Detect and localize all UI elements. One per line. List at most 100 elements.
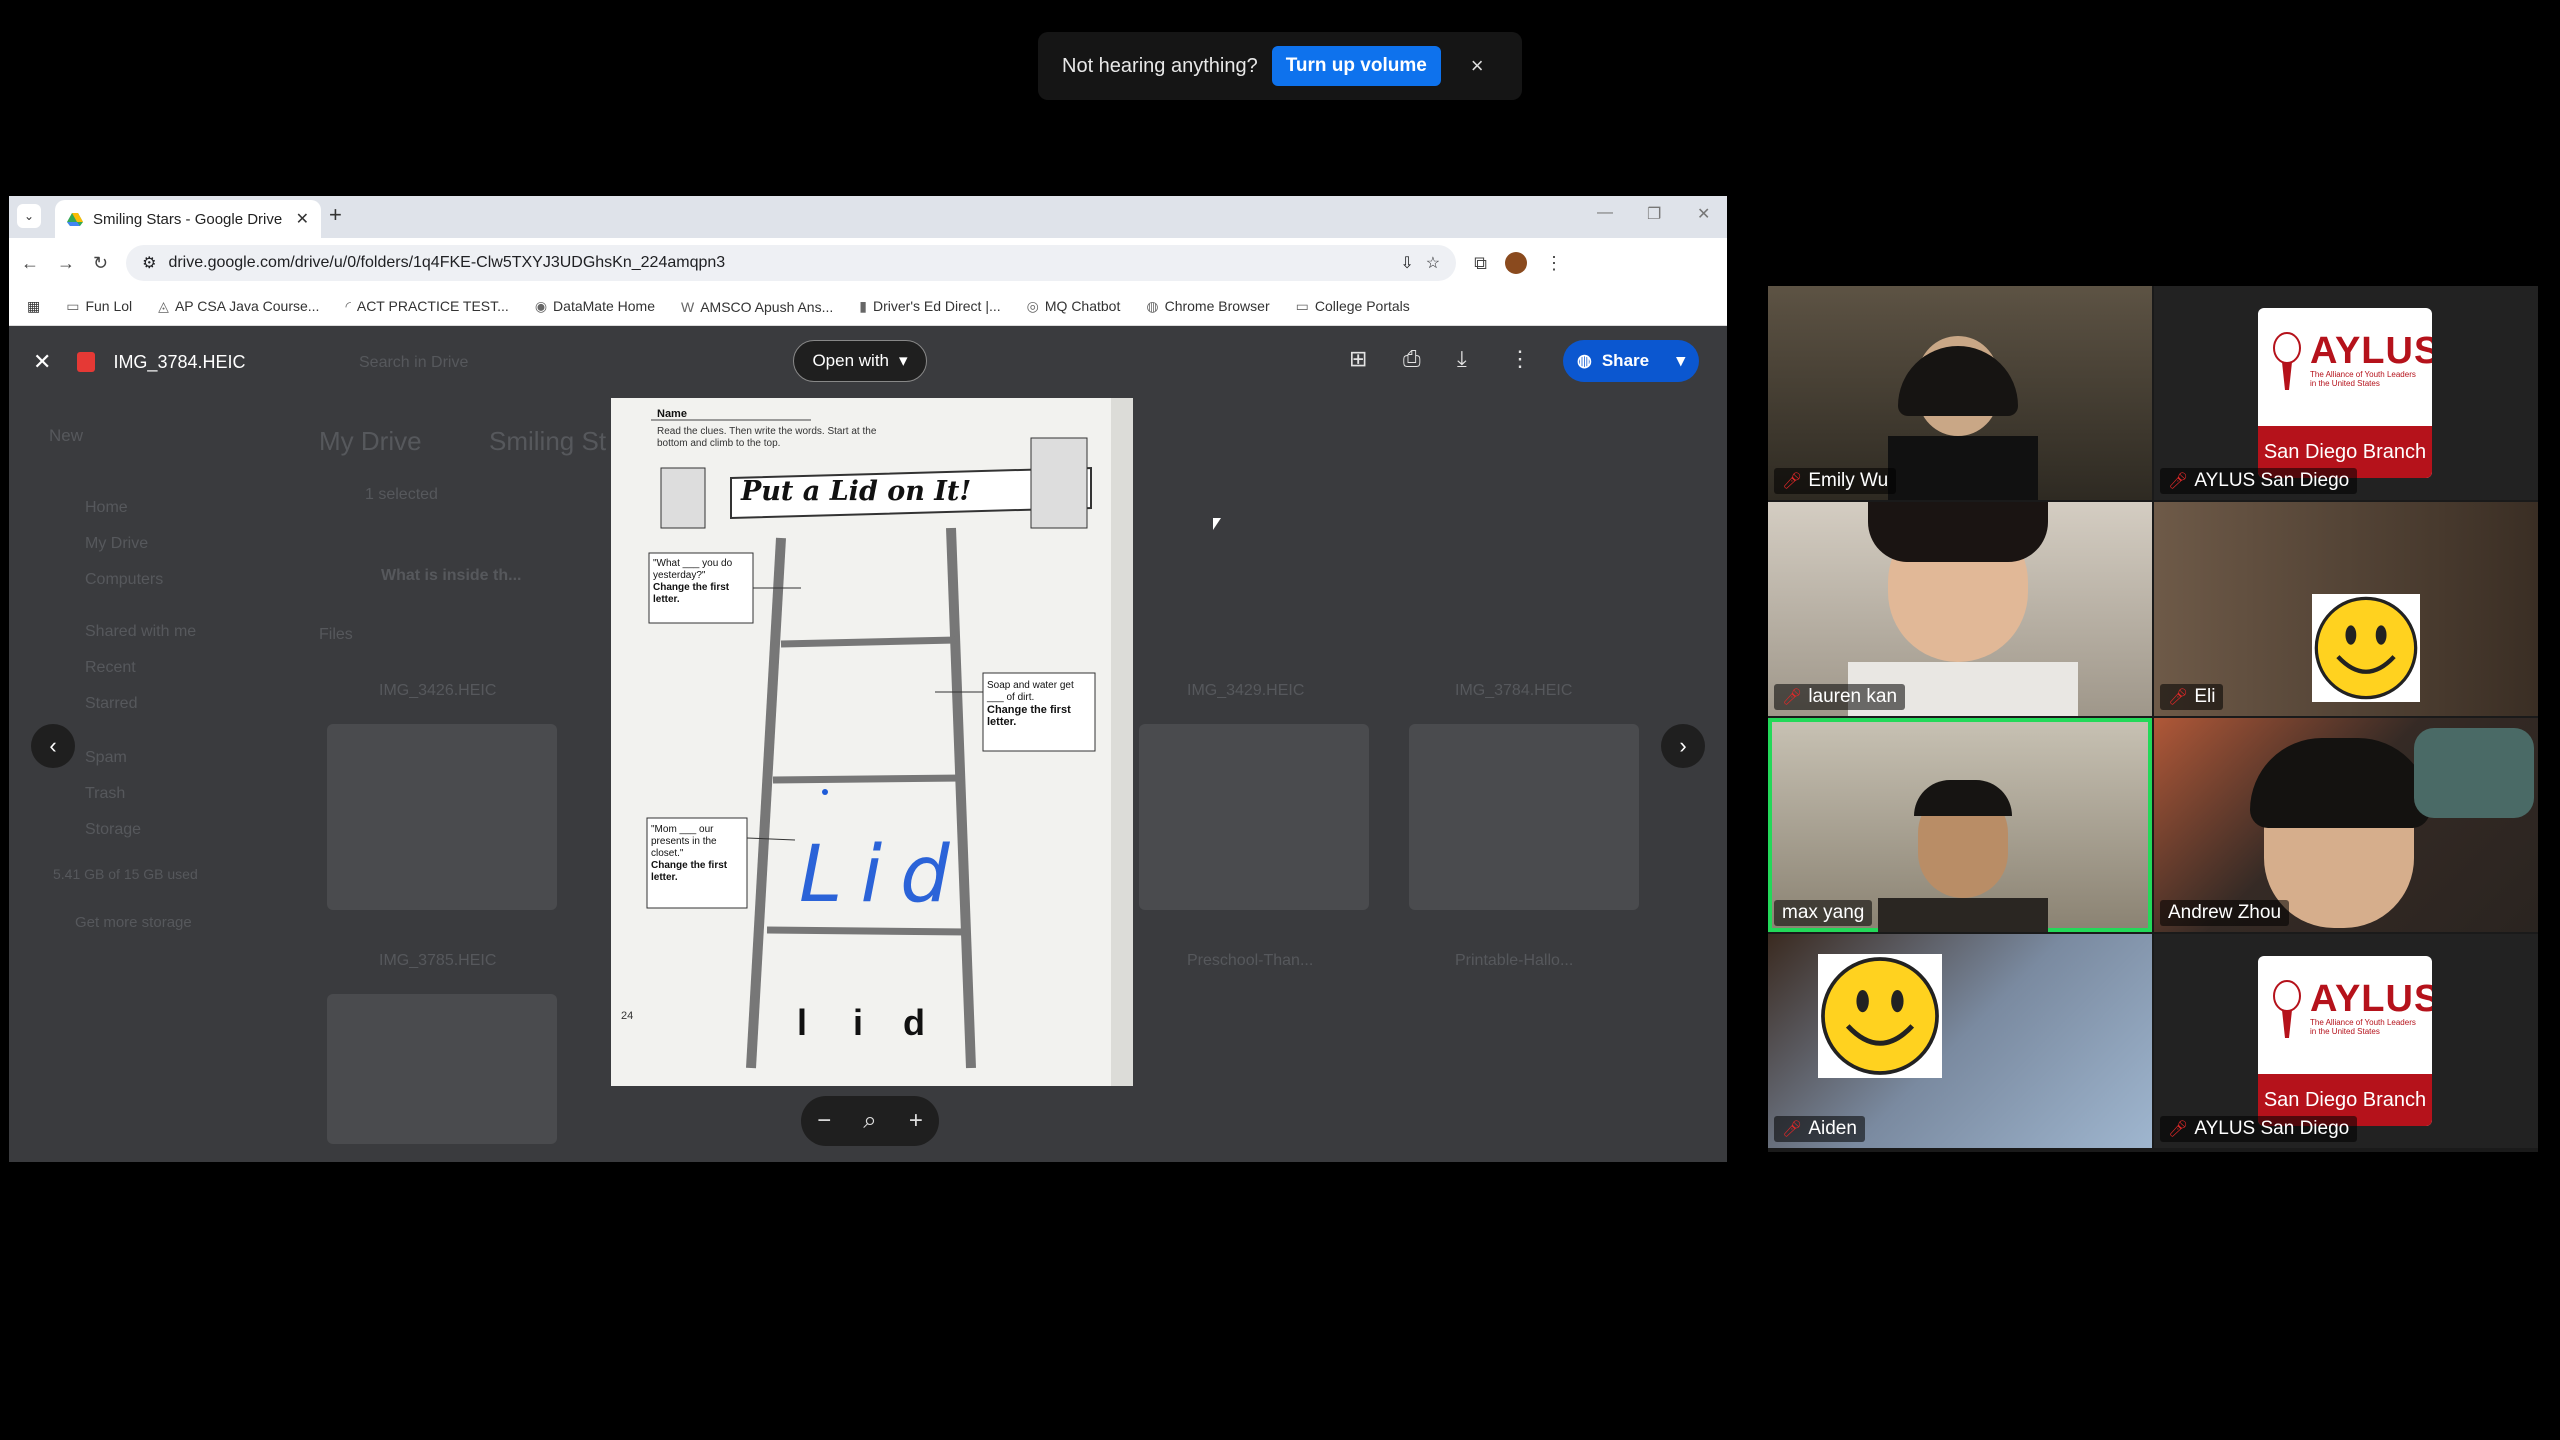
participant-name: 🎤︎ lauren kan [1774, 684, 1906, 710]
muted-mic-icon: 🎤︎ [1782, 473, 1803, 490]
add-comment-icon[interactable]: ⊞ [1349, 346, 1367, 372]
forward-icon[interactable]: → [57, 253, 75, 274]
zoom-out-icon[interactable]: − [817, 1107, 831, 1135]
globe-icon: ◍ [1577, 351, 1592, 370]
reload-icon[interactable]: ↻ [93, 253, 108, 274]
zoom-in-icon[interactable]: + [909, 1107, 923, 1135]
participant-video [1914, 780, 2012, 816]
muted-mic-icon: 🎤︎ [1782, 689, 1803, 706]
clue-1: "What ___ you do yesterday?" Change the … [653, 558, 733, 605]
viewer-file-name: IMG_3784.HEIC [113, 351, 246, 372]
more-options-icon[interactable]: ⋮ [1509, 346, 1531, 372]
bookmark-item[interactable]: ▭ College Portals [1296, 298, 1410, 315]
back-icon[interactable]: ← [21, 253, 39, 274]
install-icon[interactable]: ⇩ [1400, 253, 1413, 273]
zoom-controls: − ⌕ + [801, 1096, 939, 1146]
open-with-button[interactable]: Open with ▾ [793, 340, 927, 382]
participant-gallery: 🎤︎ Emily Wu AYLUS The Alliance of Youth L… [1768, 286, 2538, 1152]
address-bar[interactable]: ⚙ drive.google.com/drive/u/0/folders/1q4… [126, 245, 1457, 281]
name-label: Name [657, 408, 687, 420]
letter: d [903, 1002, 925, 1043]
apps-icon[interactable]: ▦ [27, 298, 40, 315]
google-drive-icon [67, 213, 83, 226]
share-button[interactable]: ◍ Share ▾ [1563, 340, 1699, 382]
participant-tile[interactable]: AYLUS The Alliance of Youth Leaders in t… [2154, 286, 2538, 500]
tab-search-icon[interactable]: ⌄ [17, 204, 41, 228]
page-number: 24 [621, 1010, 634, 1022]
magnifier-icon[interactable]: ⌕ [863, 1107, 876, 1135]
bookmark-item[interactable]: ◍ Chrome Browser [1146, 298, 1269, 315]
participant-tile[interactable]: AYLUS The Alliance of Youth Leaders in t… [2154, 934, 2538, 1148]
restore-icon[interactable]: ❐ [1647, 204, 1661, 224]
letter: l [797, 1002, 808, 1043]
previous-icon[interactable]: ‹ [31, 724, 75, 768]
participant-tile[interactable]: Andrew Zhou [2154, 718, 2538, 932]
participant-video [1878, 898, 2048, 932]
notification-message: Not hearing anything? [1062, 54, 1258, 77]
close-icon[interactable]: × [1471, 53, 1484, 79]
next-icon[interactable]: › [1661, 724, 1705, 768]
clue-2: Soap and water get ___ of dirt. Change t… [987, 680, 1074, 728]
star-icon[interactable]: ☆ [1426, 253, 1440, 273]
bookmark-item[interactable]: W AMSCO Apush Ans... [681, 299, 833, 315]
drive-viewer: New Search in Drive My Drive Smiling St … [9, 326, 1727, 1162]
nav-item: Storage [85, 821, 142, 838]
worksheet-image: Name Read the clues. Then write the word… [611, 398, 1133, 1086]
print-icon[interactable]: ⎙ [1403, 346, 1421, 372]
bookmarks-bar: ▦ ▭ Fun Lol ◬ AP CSA Java Course... ◜ ACT P… [9, 288, 1727, 326]
bookmark-item[interactable]: ▭ Fun Lol [66, 298, 132, 315]
bookmark-item[interactable]: ◉ DataMate Home [535, 298, 655, 315]
new-tab-icon[interactable]: + [329, 202, 342, 228]
participant-video [2414, 728, 2534, 818]
smiley-icon [1818, 954, 1942, 1078]
tab-google-drive[interactable]: Smiling Stars - Google Drive ✕ [55, 200, 321, 238]
file-thumbnail [1139, 724, 1369, 910]
participant-tile[interactable]: 🎤︎ lauren kan [1768, 502, 2152, 716]
window-close-icon[interactable]: ✕ [1697, 204, 1710, 224]
new-button: New [49, 426, 84, 445]
close-viewer-icon[interactable]: ✕ [33, 349, 51, 375]
muted-mic-icon: 🎤︎ [1782, 1121, 1803, 1138]
mouse-cursor [1213, 518, 1221, 530]
download-icon[interactable]: ⤓ [1457, 346, 1467, 372]
profile-avatar[interactable] [1504, 252, 1527, 274]
tab-close-icon[interactable]: ✕ [296, 209, 309, 229]
participant-tile-active-speaker[interactable]: max yang [1768, 718, 2152, 932]
participant-tile[interactable]: 🎤︎ Aiden [1768, 934, 2152, 1148]
participant-video [1888, 436, 2038, 500]
turn-up-volume-button[interactable]: Turn up volume [1271, 46, 1441, 86]
file-name: Preschool-Than... [1187, 952, 1314, 969]
muted-mic-icon: 🎤︎ [2168, 1121, 2189, 1138]
minimize-icon[interactable]: — [1597, 204, 1613, 222]
letter: i [853, 1002, 864, 1043]
nav-item: Computers [85, 571, 164, 588]
file-name: IMG_3785.HEIC [379, 952, 497, 969]
file-name: Printable-Hallo... [1455, 952, 1574, 969]
menu-icon[interactable]: ⋮ [1545, 253, 1563, 274]
bookmark-item[interactable]: ◎ MQ Chatbot [1027, 298, 1121, 315]
nav-item: Trash [85, 785, 126, 802]
extensions-icon[interactable]: ⧉ [1474, 253, 1487, 274]
shared-screen-browser: ⌄ Smiling Stars - Google Drive ✕ + — ❐ ✕… [9, 196, 1727, 1162]
worksheet-title: Put a Lid on It! [741, 476, 972, 507]
bookmark-item[interactable]: ◬ AP CSA Java Course... [158, 298, 319, 315]
nav-item: Recent [85, 659, 136, 676]
instructions: Read the clues. Then write the words. St… [657, 426, 877, 449]
participant-video [2250, 738, 2430, 828]
bookmark-item[interactable]: ▮ Driver's Ed Direct |... [859, 298, 1000, 315]
aylus-logo: AYLUS The Alliance of Youth Leaders in t… [2258, 956, 2432, 1126]
muted-mic-icon: 🎤︎ [2168, 689, 2189, 706]
participant-name: 🎤︎ Eli [2160, 684, 2224, 710]
site-info-icon[interactable]: ⚙ [142, 253, 156, 273]
file-thumbnail [327, 994, 557, 1144]
url-text: drive.google.com/drive/u/0/folders/1q4FK… [168, 254, 726, 271]
participant-name: 🎤︎ AYLUS San Diego [2160, 468, 2358, 494]
participant-name: 🎤︎ Emily Wu [1774, 468, 1897, 494]
chevron-down-icon: ▾ [899, 351, 908, 370]
bookmark-item[interactable]: ◜ ACT PRACTICE TEST... [345, 298, 508, 315]
image-file-icon [77, 352, 96, 372]
participant-tile[interactable]: 🎤︎ Emily Wu [1768, 286, 2152, 500]
nav-item: My Drive [85, 535, 149, 552]
participant-tile[interactable]: 🎤︎ Eli [2154, 502, 2538, 716]
participant-name: 🎤︎ Aiden [1774, 1116, 1865, 1142]
